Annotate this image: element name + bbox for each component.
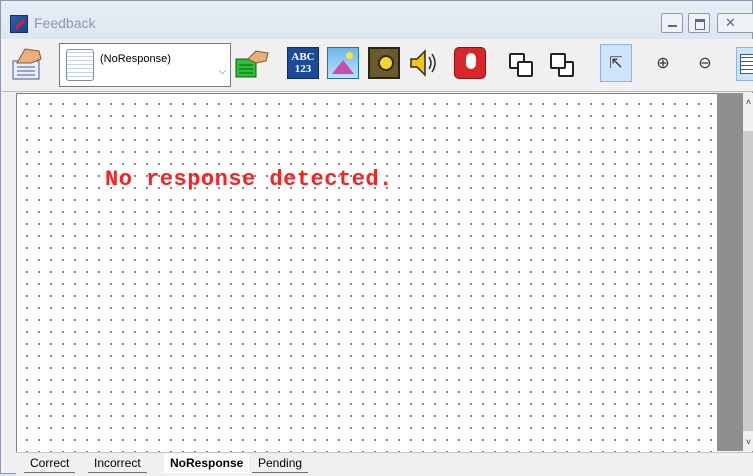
canvas-margin <box>717 93 743 451</box>
zoom-out-icon: ⊖ <box>698 55 712 72</box>
tab-incorrect[interactable]: Incorrect <box>88 453 147 473</box>
hand-document-icon <box>12 48 42 80</box>
text-abc-icon: ABC 123 <box>291 51 315 75</box>
feedback-select-value: (NoResponse) <box>100 53 171 65</box>
slide-thumbnail-icon <box>66 49 94 81</box>
maximize-button[interactable] <box>688 13 710 33</box>
zoom-in-icon: ⊕ <box>656 55 670 72</box>
tab-noresponse[interactable]: NoResponse <box>164 453 250 473</box>
image-object-button[interactable] <box>327 47 359 79</box>
tab-correct[interactable]: Correct <box>24 453 76 473</box>
feedback-tab-bar: Correct Incorrect NoResponse Pending <box>16 452 753 476</box>
record-button[interactable] <box>454 47 486 79</box>
app-icon <box>10 15 28 33</box>
movie-object-button[interactable] <box>368 47 400 79</box>
pick-object-button[interactable] <box>11 45 45 81</box>
scroll-down-icon[interactable]: ˅ <box>743 433 753 451</box>
toolbar: (NoResponse) ⌵ ABC 123 ⇱ ⊕ ⊖ <box>2 39 753 92</box>
window-title: Feedback <box>34 15 96 31</box>
feedback-message-text[interactable]: No response detected. <box>105 167 393 192</box>
minimize-button[interactable] <box>661 13 683 33</box>
zoom-in-button[interactable]: ⊕ <box>652 53 674 75</box>
close-button[interactable] <box>717 13 753 33</box>
hand-green-document-icon <box>235 50 269 78</box>
speaker-icon <box>410 49 436 77</box>
title-bar[interactable]: Feedback <box>1 1 753 39</box>
chevron-down-icon[interactable]: ⌵ <box>219 66 226 77</box>
vertical-scrollbar[interactable]: ˄ ˅ <box>743 93 753 451</box>
text-object-button[interactable]: ABC 123 <box>287 47 319 79</box>
grid-toggle-button[interactable] <box>736 47 753 81</box>
feedback-window: Feedback (NoResponse) ⌵ <box>0 0 753 476</box>
bring-to-front-button[interactable] <box>506 51 538 79</box>
sound-object-button[interactable] <box>407 47 439 79</box>
feedback-select[interactable]: (NoResponse) ⌵ <box>59 43 231 87</box>
send-to-back-button[interactable] <box>547 51 579 79</box>
scroll-up-icon[interactable]: ˄ <box>743 93 753 111</box>
select-pointer-button[interactable]: ⇱ <box>600 44 632 82</box>
scrollbar-thumb[interactable] <box>743 131 753 431</box>
zoom-out-button[interactable]: ⊖ <box>694 53 716 75</box>
import-object-button[interactable] <box>234 49 270 79</box>
design-canvas[interactable]: No response detected. <box>16 93 717 452</box>
tab-pending[interactable]: Pending <box>252 453 309 473</box>
cursor-arrow-icon: ⇱ <box>609 55 623 72</box>
